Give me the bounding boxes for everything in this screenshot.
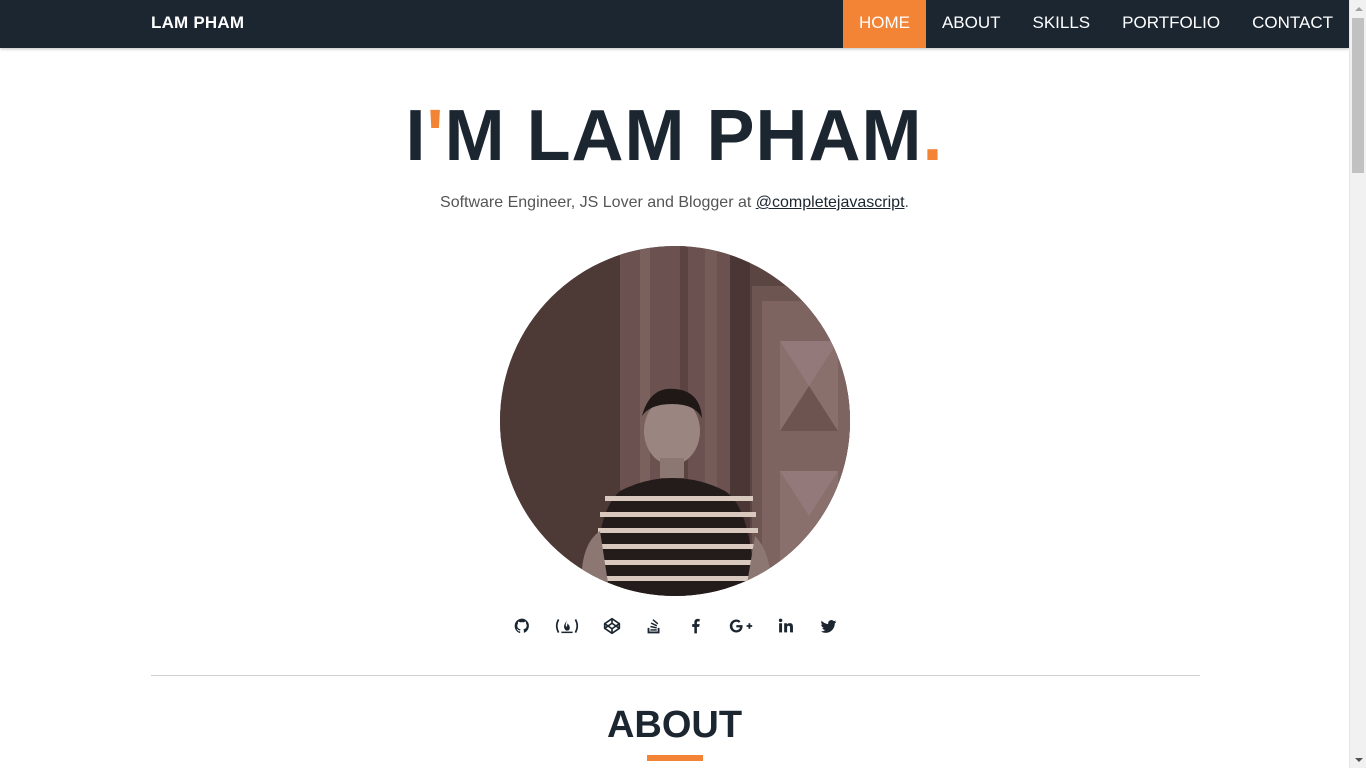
title-apostrophe: ' (426, 96, 445, 176)
twitter-icon[interactable] (817, 612, 839, 640)
nav-contact[interactable]: CONTACT (1236, 0, 1349, 48)
subtitle-text: Software Engineer, JS Lover and Blogger … (440, 194, 756, 211)
scrollbar-thumb[interactable] (1352, 18, 1364, 173)
nav-home[interactable]: HOME (842, 0, 926, 48)
scroll-down-arrow-icon[interactable] (1350, 751, 1366, 768)
title-part-2: M LAM PHAM (444, 96, 923, 176)
title-part-1: I (405, 96, 427, 176)
section-divider (151, 675, 1200, 676)
navbar: LAM PHAM HOME ABOUT SKILLS PORTFOLIO CON… (0, 0, 1349, 48)
nav-about[interactable]: ABOUT (926, 0, 1017, 48)
nav-skills[interactable]: SKILLS (1017, 0, 1107, 48)
brand-logo[interactable]: LAM PHAM (151, 13, 244, 33)
blog-link[interactable]: @completejavascript (756, 194, 905, 211)
about-heading: ABOUT (606, 704, 743, 746)
google-plus-icon[interactable] (727, 612, 755, 640)
avatar-image (500, 246, 850, 596)
avatar-photo (500, 246, 850, 596)
title-period: . (922, 96, 944, 176)
hero-title: I'M LAM PHAM. (0, 96, 1349, 176)
nav-portfolio[interactable]: PORTFOLIO (1106, 0, 1236, 48)
linkedin-icon[interactable] (775, 612, 797, 640)
stackoverflow-icon[interactable] (643, 612, 665, 640)
scroll-up-arrow-icon[interactable] (1350, 0, 1366, 17)
freecodecamp-icon[interactable] (553, 612, 581, 640)
page-scrollbar[interactable] (1349, 0, 1366, 768)
codepen-icon[interactable] (601, 612, 623, 640)
heading-underline (647, 755, 703, 761)
social-links (0, 612, 1349, 640)
github-icon[interactable] (511, 612, 533, 640)
subtitle-suffix: . (904, 194, 909, 211)
facebook-icon[interactable] (685, 612, 707, 640)
hero-subtitle: Software Engineer, JS Lover and Blogger … (0, 194, 1349, 212)
nav-menu: HOME ABOUT SKILLS PORTFOLIO CONTACT (842, 0, 1349, 48)
